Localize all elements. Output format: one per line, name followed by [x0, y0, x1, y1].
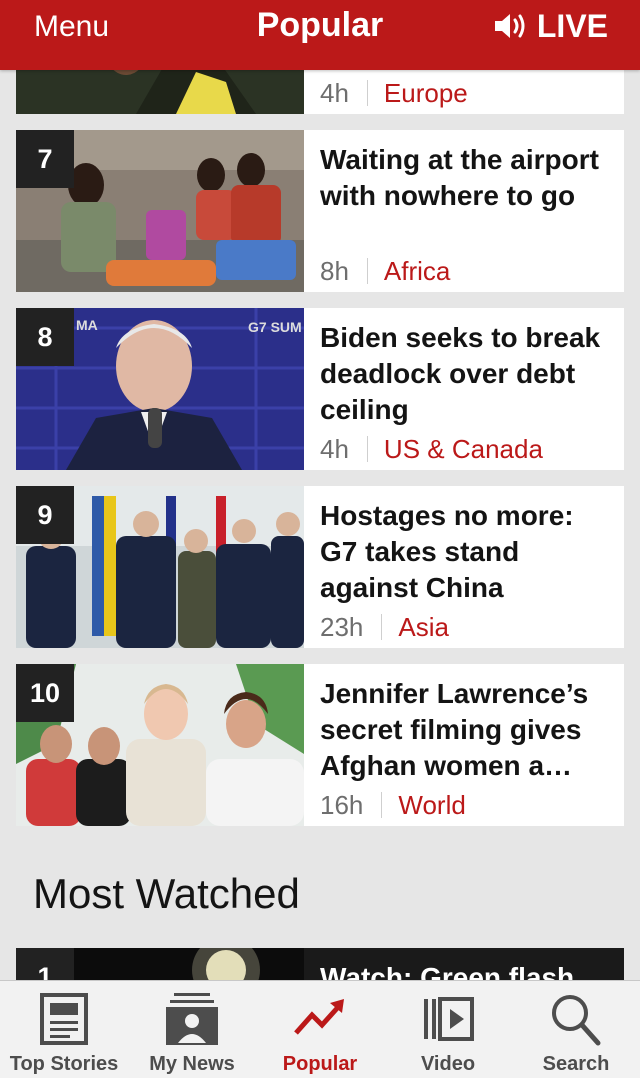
- rank-badge: 10: [16, 664, 74, 722]
- story-thumbnail: 10: [16, 664, 304, 826]
- meta-divider: [366, 80, 368, 106]
- story-section-link[interactable]: Africa: [384, 254, 450, 288]
- rank-badge: 1: [16, 948, 74, 980]
- video-thumbnail: 1: [16, 948, 304, 980]
- story-meta: 4h US & Canada: [320, 432, 543, 466]
- tab-label: Popular: [282, 1053, 358, 1075]
- popular-feed[interactable]: 4h Europe 7 Waiting at the airport with …: [0, 0, 640, 980]
- list-item[interactable]: 9 Hostages no more: G7 takes stand again…: [16, 486, 624, 648]
- top-app-bar: Menu Popular LIVE: [0, 0, 640, 70]
- story-headline[interactable]: Biden seeks to break deadlock over debt …: [320, 320, 614, 428]
- list-item[interactable]: 7 Waiting at the airport with nowhere to…: [16, 130, 624, 292]
- tab-label: Search: [542, 1053, 610, 1075]
- story-section-link[interactable]: Europe: [384, 76, 468, 110]
- meta-divider: [366, 258, 368, 284]
- meta-divider: [381, 792, 383, 818]
- tab-my-news[interactable]: My News: [128, 981, 256, 1078]
- story-timestamp: 23h: [320, 612, 364, 642]
- tab-label: My News: [149, 1053, 235, 1075]
- rank-badge: 8: [16, 308, 74, 366]
- story-timestamp: 8h: [320, 256, 349, 286]
- tab-search[interactable]: Search: [512, 981, 640, 1078]
- video-headline[interactable]: Watch: Green flash: [320, 960, 614, 980]
- list-item[interactable]: G7 SUM MA 8 Biden seeks to break deadloc…: [16, 308, 624, 470]
- story-thumbnail: 9: [16, 486, 304, 648]
- live-label: LIVE: [536, 7, 608, 44]
- story-section-link[interactable]: World: [398, 788, 465, 822]
- video-icon: [424, 997, 474, 1041]
- svg-text:MA: MA: [76, 317, 98, 333]
- story-headline[interactable]: Waiting at the airport with nowhere to g…: [320, 142, 614, 214]
- list-item[interactable]: 10 Jennifer Lawrence’s secret filming gi…: [16, 664, 624, 826]
- top-stories-icon: [40, 993, 88, 1045]
- bottom-tab-bar: Top Stories My News Popular Video Search: [0, 980, 640, 1078]
- list-item[interactable]: 1 Watch: Green flash: [16, 948, 624, 980]
- rank-badge: 9: [16, 486, 74, 544]
- story-section-link[interactable]: Asia: [398, 610, 449, 644]
- rank-badge: 7: [16, 130, 74, 188]
- tab-video[interactable]: Video: [384, 981, 512, 1078]
- story-meta: 4h Europe: [320, 76, 468, 110]
- story-thumbnail: G7 SUM MA 8: [16, 308, 304, 470]
- story-headline[interactable]: Hostages no more: G7 takes stand against…: [320, 498, 614, 606]
- story-timestamp: 4h: [320, 434, 349, 464]
- story-meta: 16h World: [320, 788, 466, 822]
- meta-divider: [381, 614, 383, 640]
- speaker-icon: [494, 14, 525, 38]
- tab-top-stories[interactable]: Top Stories: [0, 981, 128, 1078]
- svg-text:G7 SUM: G7 SUM: [248, 319, 302, 335]
- story-meta: 8h Africa: [320, 254, 450, 288]
- most-watched-heading: Most Watched: [33, 870, 300, 917]
- tab-popular[interactable]: Popular: [256, 981, 384, 1078]
- search-icon: [552, 995, 601, 1046]
- my-news-icon: [166, 993, 218, 1045]
- story-meta: 23h Asia: [320, 610, 449, 644]
- page-title: Popular: [256, 6, 384, 44]
- story-thumbnail: 7: [16, 130, 304, 292]
- story-section-link[interactable]: US & Canada: [384, 432, 543, 466]
- meta-divider: [366, 436, 368, 462]
- story-timestamp: 4h: [320, 78, 349, 108]
- menu-button[interactable]: Menu: [34, 10, 109, 44]
- story-timestamp: 16h: [320, 790, 364, 820]
- story-headline[interactable]: Jennifer Lawrence’s secret filming gives…: [320, 676, 614, 784]
- live-button[interactable]: LIVE: [493, 6, 608, 46]
- tab-label: Video: [420, 1053, 476, 1075]
- tab-label: Top Stories: [9, 1053, 119, 1075]
- popular-icon: [294, 999, 344, 1035]
